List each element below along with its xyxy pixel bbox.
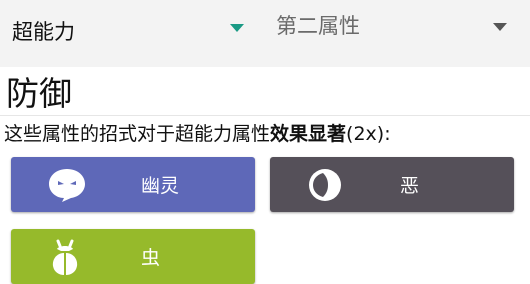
- type-label: 虫: [141, 247, 161, 269]
- description-text: 这些属性的招式对于超能力属性: [4, 123, 271, 145]
- type-label: 恶: [400, 175, 420, 197]
- secondary-type-dropdown[interactable]: 第二属性: [265, 0, 530, 62]
- chevron-down-icon: [493, 23, 507, 31]
- type-button-ghost[interactable]: 幽灵: [11, 157, 255, 212]
- type-selector-bar: 超能力 第二属性: [0, 0, 530, 67]
- primary-type-value: 超能力: [12, 20, 75, 44]
- section-title: 防御: [6, 74, 72, 113]
- effectiveness-description: 这些属性的招式对于超能力属性效果显著(2x):: [4, 121, 391, 147]
- bug-icon: [47, 239, 83, 281]
- type-label: 幽灵: [141, 175, 180, 197]
- type-button-dark[interactable]: 恶: [270, 157, 514, 212]
- primary-type-dropdown[interactable]: 超能力: [0, 0, 255, 62]
- secondary-type-placeholder: 第二属性: [276, 14, 360, 38]
- divider: [0, 115, 530, 116]
- description-emphasis: 效果显著: [270, 123, 347, 145]
- chevron-down-icon: [230, 24, 244, 32]
- ghost-icon: [47, 167, 87, 207]
- description-multiplier: (2x):: [346, 123, 391, 145]
- dark-moon-icon: [306, 167, 344, 207]
- type-button-bug[interactable]: 虫: [11, 229, 255, 284]
